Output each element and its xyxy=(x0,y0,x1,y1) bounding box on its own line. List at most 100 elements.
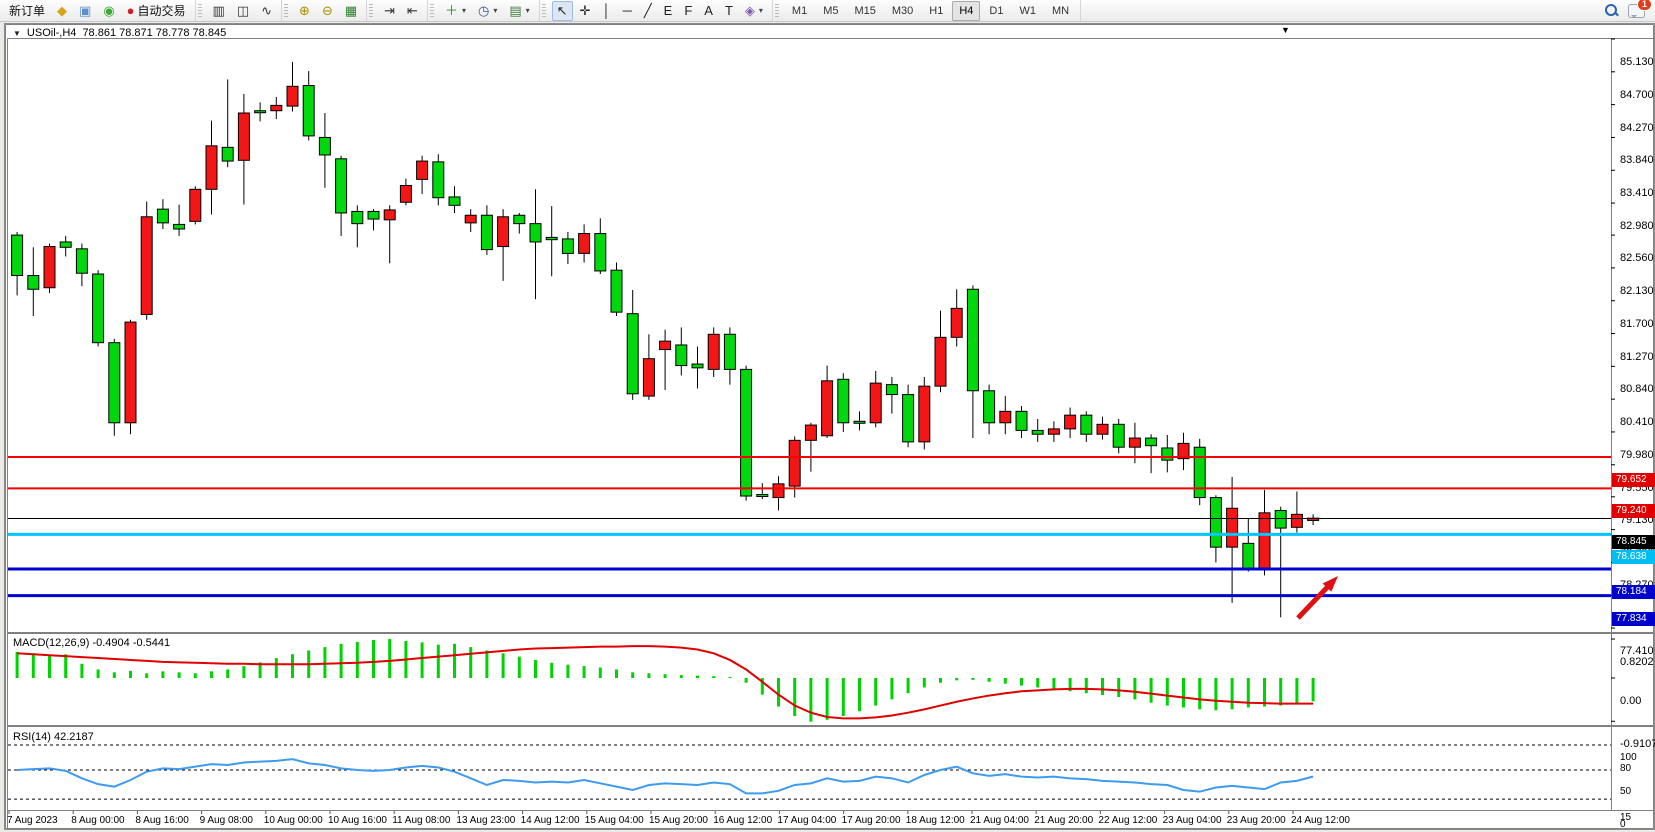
macd-indicator-label: MACD(12,26,9) -0.4904 -0.5441 xyxy=(13,637,170,649)
time-axis-label: 17 Aug 20:00 xyxy=(842,815,901,826)
bull-candle xyxy=(805,425,816,440)
bull-candle xyxy=(141,217,152,315)
timeframe-m1[interactable]: M1 xyxy=(785,1,814,21)
time-axis-label: 13 Aug 23:00 xyxy=(456,815,515,826)
toolbar-grip xyxy=(284,4,288,18)
new-order-button[interactable]: 新订单 xyxy=(4,1,50,21)
bear-candle xyxy=(12,235,23,275)
bear-candle xyxy=(886,385,897,395)
arrows-icon[interactable]: ◈▾ xyxy=(740,1,768,21)
chart-type-group: ▥ ◫ ∿ xyxy=(204,0,283,21)
timeframe-w1[interactable]: W1 xyxy=(1012,1,1043,21)
search-icon[interactable] xyxy=(1605,4,1618,17)
chart-collapse-icon[interactable]: ▼ xyxy=(13,29,21,38)
equidistant-channel-icon[interactable]: E xyxy=(659,1,678,21)
bear-candle xyxy=(60,242,71,247)
timeframe-m5[interactable]: M5 xyxy=(816,1,845,21)
trendline-icon[interactable]: ╱ xyxy=(639,1,657,21)
line-chart-icon[interactable]: ∿ xyxy=(256,1,277,21)
notification-badge: 1 xyxy=(1637,0,1652,11)
rsi-indicator-label: RSI(14) 42.2187 xyxy=(13,731,94,743)
bull-candle xyxy=(465,215,476,223)
bull-candle xyxy=(400,185,411,202)
bear-candle xyxy=(676,345,687,366)
chart-canvas[interactable] xyxy=(5,24,1654,829)
bear-candle xyxy=(1162,448,1173,460)
terminal-window-icon[interactable]: ▣ xyxy=(74,1,96,21)
time-axis-label: 21 Aug 20:00 xyxy=(1034,815,1093,826)
price-axis-tick: 82.130 xyxy=(1620,285,1654,297)
zoom-in-icon[interactable]: ⊕ xyxy=(294,1,315,21)
scroll-to-end-marker[interactable]: ▼ xyxy=(1281,25,1290,35)
period-clock-button[interactable]: ◷▾ xyxy=(473,1,502,21)
vertical-line-icon: │ xyxy=(602,4,610,18)
bear-candle xyxy=(174,224,185,229)
template-button[interactable]: ▤▾ xyxy=(504,1,534,21)
bear-candle xyxy=(1146,438,1157,446)
notifications-button[interactable]: 1 xyxy=(1628,4,1645,18)
bar-chart-icon[interactable]: ▥ xyxy=(208,1,230,21)
mt4-terminal: 新订单◆▣◉●自动交易 ▥ ◫ ∿ ⊕ ⊖ ▦ ⇥⇤ ＋▾◷▾▤▾ ↖ ✛ │ ─╱EFAT◈▾ M1M5… xyxy=(0,0,1655,832)
rsi-axis-tick: 0 xyxy=(1620,819,1626,830)
toolbar-grip xyxy=(430,4,434,18)
timeframe-d1[interactable]: D1 xyxy=(982,1,1010,21)
bull-candle xyxy=(190,189,201,221)
vertical-line-icon[interactable]: │ xyxy=(597,1,615,21)
text-icon[interactable]: A xyxy=(699,1,718,21)
chart-window[interactable]: ▼ USOil-,H4 78.861 78.871 78.778 78.845 … xyxy=(4,23,1655,830)
add-indicator-button[interactable]: ＋▾ xyxy=(440,1,471,21)
bear-candle xyxy=(93,274,104,343)
bear-candle xyxy=(692,364,703,368)
timeframe-mn[interactable]: MN xyxy=(1045,1,1076,21)
macd-axis-tick: 0.00 xyxy=(1620,695,1641,707)
timeframe-h1[interactable]: H1 xyxy=(922,1,950,21)
bear-candle xyxy=(1113,424,1124,447)
time-axis-label: 15 Aug 20:00 xyxy=(649,815,708,826)
chevron-down-icon[interactable]: ▾ xyxy=(493,6,497,15)
chart-shift-icon[interactable]: ⇤ xyxy=(402,1,423,21)
timeframe-h4[interactable]: H4 xyxy=(952,1,980,21)
text-label-icon[interactable]: T xyxy=(720,1,738,21)
bear-candle xyxy=(433,162,444,198)
auto-scroll-icon[interactable]: ⇥ xyxy=(379,1,400,21)
gold-symbol-icon[interactable]: ◆ xyxy=(52,1,72,21)
signal-broadcast-icon[interactable]: ◉ xyxy=(98,1,119,21)
cursor-icon[interactable]: ↖ xyxy=(552,1,573,21)
macd-axis-tick: 0.8202 xyxy=(1620,656,1654,668)
candlestick-chart-icon: ◫ xyxy=(237,4,249,18)
autotrading-button-label: 自动交易 xyxy=(138,2,186,19)
price-axis-tick: 81.270 xyxy=(1620,351,1654,363)
bull-candle xyxy=(773,484,784,498)
tile-windows-icon[interactable]: ▦ xyxy=(340,1,362,21)
bear-candle xyxy=(1016,411,1027,430)
toolbar-grip xyxy=(198,4,202,18)
bear-candle xyxy=(76,249,87,273)
crosshair-icon[interactable]: ✛ xyxy=(575,1,596,21)
bear-candle xyxy=(1275,511,1286,529)
bear-candle xyxy=(1194,447,1205,497)
timeframe-m30[interactable]: M30 xyxy=(885,1,920,21)
price-axis-tick: 84.700 xyxy=(1620,89,1654,101)
crosshair-icon: ✛ xyxy=(580,4,591,18)
price-axis-tick: 85.130 xyxy=(1620,56,1654,68)
bull-candle xyxy=(708,334,719,369)
autotrading-button[interactable]: ●自动交易 xyxy=(122,1,191,21)
time-axis-label: 7 Aug 2023 xyxy=(7,815,58,826)
bull-candle xyxy=(287,86,298,106)
bear-candle xyxy=(757,495,768,497)
zoom-out-icon[interactable]: ⊖ xyxy=(317,1,338,21)
candlestick-chart-icon[interactable]: ◫ xyxy=(232,1,254,21)
bear-candle xyxy=(1081,415,1092,434)
zoom-out-icon: ⊖ xyxy=(322,4,333,18)
fibonacci-icon[interactable]: F xyxy=(679,1,697,21)
chevron-down-icon[interactable]: ▾ xyxy=(759,6,763,15)
macd-axis-tick: -0.9107 xyxy=(1620,738,1655,750)
toolbar-grip xyxy=(775,4,779,18)
fibonacci-icon: F xyxy=(684,4,692,18)
bull-candle xyxy=(1000,411,1011,422)
timeframe-m15[interactable]: M15 xyxy=(847,1,882,21)
chevron-down-icon[interactable]: ▾ xyxy=(526,6,530,15)
horizontal-line-icon[interactable]: ─ xyxy=(618,1,637,21)
price-axis-tick: 81.700 xyxy=(1620,318,1654,330)
chevron-down-icon[interactable]: ▾ xyxy=(462,6,466,15)
